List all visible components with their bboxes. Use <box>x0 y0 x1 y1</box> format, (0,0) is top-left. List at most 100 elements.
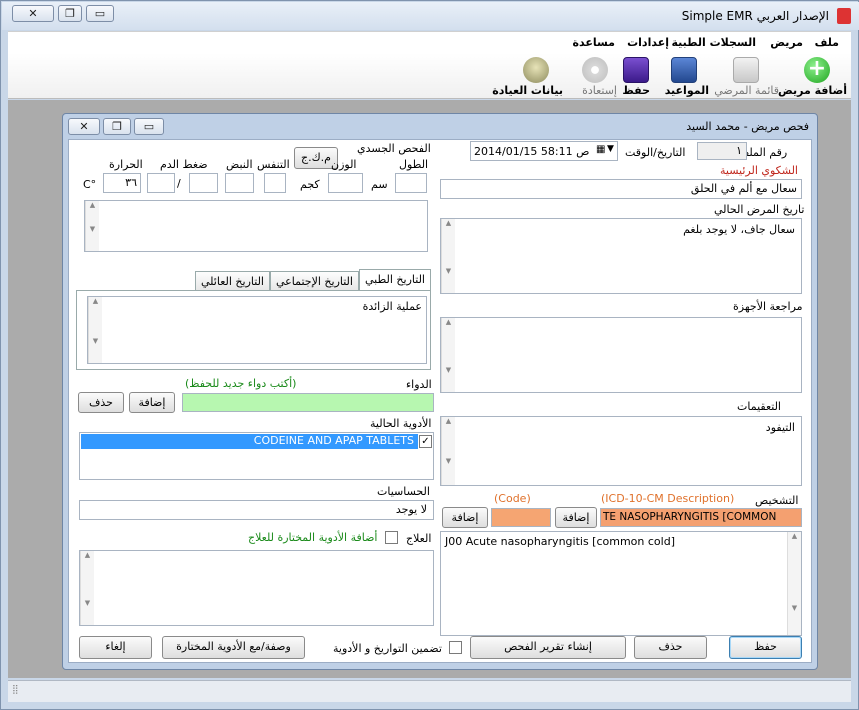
ros-scrollbar[interactable]: ▲ ▼ <box>441 318 455 392</box>
temperature-input[interactable]: ٣٦ <box>103 173 141 193</box>
height-input[interactable] <box>395 173 427 193</box>
clipboard-icon <box>733 57 759 83</box>
file-number-field[interactable]: ١ <box>697 142 747 160</box>
restore-toolbar-button[interactable]: إستعادة <box>573 55 617 97</box>
current-med-item[interactable]: CODEINE AND APAP TABLETS <box>81 434 418 449</box>
ros-field[interactable]: ▲ ▼ <box>440 317 802 393</box>
current-meds-list[interactable]: CODEINE AND APAP TABLETS ✓ <box>79 432 434 480</box>
respiration-label: التنفس <box>257 158 290 171</box>
pulse-label: النبض <box>226 158 253 171</box>
tab-family-history[interactable]: التاريخ العائلي <box>195 271 270 291</box>
hpi-scrollbar[interactable]: ▲ ▼ <box>441 219 455 293</box>
treatment-scrollbar[interactable]: ▲ ▼ <box>80 551 94 625</box>
diagnosis-scrollbar[interactable]: ▲ ▼ <box>787 532 801 635</box>
blood-pressure-label: ضغط الدم <box>160 158 208 171</box>
title-bar: ✕ ❐ ▭ Simple EMR الإصدار العربي <box>2 2 859 30</box>
icd-description-label: (ICD-10-CM Description) <box>601 492 735 505</box>
physical-exam-label: الفحص الجسدي <box>357 142 431 155</box>
tab-medical-history[interactable]: التاريخ الطبي <box>359 269 431 291</box>
add-selected-meds-checkbox[interactable] <box>385 531 398 544</box>
bp-separator: / <box>177 177 181 190</box>
chevron-down-icon[interactable]: ▼ <box>607 144 614 154</box>
exam-form: رقم الملف ١ التاريخ/الوقت 2014/01/15 58:… <box>68 139 812 663</box>
minimize-button[interactable]: ▭ <box>86 5 114 22</box>
add-code-button[interactable]: إضافة <box>442 507 488 528</box>
menu-help[interactable]: مساعدة <box>573 36 616 49</box>
medical-history-scrollbar[interactable]: ▲ ▼ <box>88 297 102 363</box>
diagnosis-code-input[interactable] <box>491 508 551 527</box>
treatment-label: العلاج <box>406 532 432 545</box>
weight-unit: كجم <box>300 178 320 191</box>
appointments-button[interactable]: المواعيد <box>659 55 709 97</box>
exam-minimize-button[interactable]: ▭ <box>134 118 164 135</box>
window-title: Simple EMR الإصدار العربي <box>681 9 829 23</box>
add-diagnosis-button[interactable]: إضافة <box>555 507 597 528</box>
allergies-field[interactable]: لا يوجد <box>79 500 434 520</box>
include-history-checkbox[interactable] <box>449 641 462 654</box>
app-icon <box>837 8 851 24</box>
datetime-picker[interactable]: 2014/01/15 58:11 ص ▦ ▼ <box>470 141 618 161</box>
treatment-field[interactable]: ▲ ▼ <box>79 550 434 626</box>
prescription-button[interactable]: وصفة/مع الأدوية المختارة <box>162 636 305 659</box>
hpi-label: تاريخ المرض الحالي <box>714 203 805 216</box>
exam-notes-field[interactable]: ▲ ▼ <box>84 200 428 252</box>
height-label: الطول <box>399 158 429 171</box>
include-history-label: تضمين التواريخ و الأدوية <box>333 642 442 655</box>
hpi-field[interactable]: سعال جاف، لا يوجد بلغم ▲ ▼ <box>440 218 802 294</box>
exam-notes-scrollbar[interactable]: ▲ ▼ <box>85 201 99 251</box>
menu-patient[interactable]: مريض <box>770 36 803 49</box>
exam-restore-button[interactable]: ❐ <box>103 118 131 135</box>
close-button[interactable]: ✕ <box>12 5 54 22</box>
temperature-label: الحرارة <box>109 158 143 171</box>
weight-input[interactable] <box>328 173 363 193</box>
clinic-icon <box>523 57 549 83</box>
chief-complaint-field[interactable]: سعال مع ألم في الحلق <box>440 179 802 199</box>
restore-button[interactable]: ❐ <box>58 5 82 22</box>
allergies-label: الحساسيات <box>377 485 430 498</box>
drug-input[interactable] <box>182 393 434 412</box>
current-meds-label: الأدوية الحالية <box>370 417 432 430</box>
disc-icon <box>582 57 608 83</box>
complications-scrollbar[interactable]: ▲ ▼ <box>441 417 455 485</box>
add-drug-button[interactable]: إضافة <box>129 392 175 413</box>
drug-label: الدواء <box>406 378 432 391</box>
bp-systolic-input[interactable] <box>147 173 175 193</box>
cancel-button[interactable]: إلغاء <box>79 636 152 659</box>
calendar-icon[interactable]: ▦ <box>596 144 605 155</box>
delete-button[interactable]: حذف <box>634 636 707 659</box>
create-report-button[interactable]: إنشاء تقرير الفحص <box>470 636 626 659</box>
complications-field[interactable]: التيفود ▲ ▼ <box>440 416 802 486</box>
respiration-input[interactable] <box>264 173 286 193</box>
pulse-input[interactable] <box>225 173 254 193</box>
medical-history-field[interactable]: عملية الزائدة ▲ ▼ <box>87 296 427 364</box>
height-unit: سم <box>371 178 388 191</box>
save-toolbar-button[interactable]: حفظ <box>619 55 653 97</box>
bp-diastolic-input[interactable] <box>189 173 218 193</box>
menu-medical-records[interactable]: السجلات الطبية <box>671 36 756 49</box>
patients-list-button[interactable]: قائمة المرضي <box>711 55 781 97</box>
menu-bar: ملف مريض السجلات الطبية إعدادات مساعدة <box>8 31 851 53</box>
add-patient-button[interactable]: + أضافة مريض <box>778 55 847 98</box>
clinic-data-button[interactable]: بيانات العيادة <box>492 55 563 97</box>
add-selected-meds-label: أضافة الأدوية المختارة للعلاج <box>248 531 378 544</box>
menu-file[interactable]: ملف <box>815 36 839 49</box>
diagnosis-description-input[interactable]: TE NASOPHARYNGITIS [COMMON COLD] <box>600 508 802 527</box>
status-bar: ⣿ <box>8 680 851 702</box>
exam-close-button[interactable]: ✕ <box>68 118 100 135</box>
plus-icon: + <box>804 57 830 83</box>
diagnosis-label: التشخيص <box>755 494 799 507</box>
menu-settings[interactable]: إعدادات <box>627 36 669 49</box>
complications-label: التعقيمات <box>737 400 781 413</box>
diagnosis-list[interactable]: J00 Acute nasopharyngitis [common cold] … <box>440 531 802 636</box>
resize-grip-icon: ⣿ <box>12 685 19 695</box>
floppy-icon <box>623 57 649 83</box>
ros-label: مراجعة الأجهزة <box>733 300 803 313</box>
toolbar: + أضافة مريض قائمة المرضي المواعيد حفظ إ… <box>8 53 851 99</box>
save-button[interactable]: حفظ <box>729 636 802 659</box>
weight-label: الوزن <box>331 158 357 171</box>
exam-window-title: فحص مريض - محمد السيد <box>686 120 809 133</box>
current-med-checkbox[interactable]: ✓ <box>419 435 432 448</box>
delete-drug-button[interactable]: حذف <box>78 392 124 413</box>
tab-panel: عملية الزائدة ▲ ▼ <box>76 290 431 370</box>
tab-social-history[interactable]: التاريخ الإجتماعي <box>270 271 359 291</box>
